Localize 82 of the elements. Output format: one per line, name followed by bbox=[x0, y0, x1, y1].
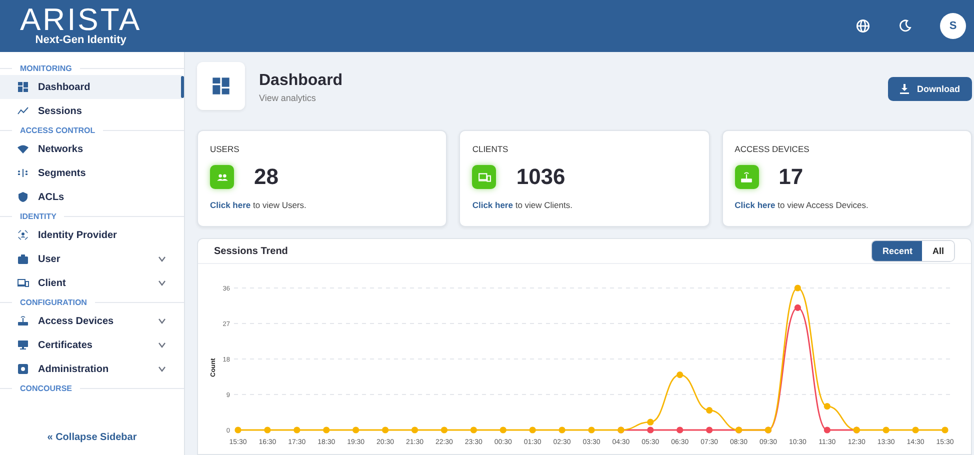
data-point bbox=[588, 426, 595, 434]
section-label: ACCESS CONTROL bbox=[20, 126, 96, 134]
sidebar-item[interactable]: Identity Provider bbox=[0, 223, 182, 247]
chevron-icon bbox=[158, 366, 166, 372]
data-point bbox=[942, 426, 948, 434]
data-point bbox=[824, 426, 830, 434]
section-label: CONCOURSE bbox=[20, 384, 72, 392]
data-point bbox=[500, 426, 506, 434]
data-point bbox=[706, 406, 713, 414]
shield-icon bbox=[17, 191, 29, 203]
card-footer-text: Click here to view Access Devices. bbox=[734, 200, 870, 210]
monitor-icon bbox=[17, 339, 29, 351]
card-footer-text: Click here to view Clients. bbox=[472, 200, 574, 210]
sidebar-item[interactable]: Segments bbox=[0, 161, 182, 185]
dashboard-icon bbox=[17, 81, 29, 93]
card-footer-text: Click here to view Users. bbox=[210, 200, 308, 210]
chevron-icon bbox=[158, 256, 166, 262]
click-here-link[interactable]: Click here bbox=[472, 200, 513, 210]
data-point bbox=[382, 426, 389, 434]
stat-value: 1036 bbox=[516, 164, 566, 190]
logo-text: ARISTA bbox=[20, 6, 142, 34]
router-icon bbox=[734, 165, 759, 189]
chevron-icon bbox=[158, 280, 166, 286]
filter-tab[interactable]: Recent bbox=[872, 241, 922, 261]
users-icon bbox=[210, 165, 234, 189]
data-point bbox=[529, 426, 536, 434]
data-point bbox=[794, 304, 801, 312]
sidebar-item[interactable]: Certificates bbox=[0, 333, 182, 357]
chevron-icon bbox=[158, 318, 166, 324]
sidebar-item[interactable]: User bbox=[0, 247, 182, 271]
client-icon bbox=[17, 277, 29, 289]
data-point bbox=[234, 426, 242, 434]
section-label: IDENTITY bbox=[20, 212, 56, 220]
globe-icon[interactable] bbox=[856, 19, 870, 33]
profile-avatar[interactable]: S bbox=[940, 13, 966, 39]
download-icon bbox=[900, 84, 909, 94]
page-title: Dashboard bbox=[259, 72, 344, 90]
sidebar-item[interactable]: Networks bbox=[0, 137, 182, 161]
card-title: ACCESS DEVICES bbox=[734, 144, 810, 154]
chart-title: Sessions Trend bbox=[214, 246, 288, 256]
data-point bbox=[352, 426, 360, 434]
section-label: CONFIGURATION bbox=[20, 298, 87, 306]
data-point bbox=[558, 426, 566, 434]
data-point bbox=[824, 403, 830, 410]
data-point bbox=[912, 426, 919, 434]
card-title: CLIENTS bbox=[472, 144, 510, 154]
sidebar-item[interactable]: ACLs bbox=[0, 185, 182, 209]
section-label: MONITORING bbox=[20, 64, 72, 72]
data-point bbox=[676, 426, 684, 434]
click-here-link[interactable]: Click here bbox=[210, 200, 251, 210]
sidebar-item[interactable]: Access Devices bbox=[0, 309, 182, 333]
stat-value: 17 bbox=[778, 164, 804, 190]
logo-tagline: Next-Gen Identity bbox=[35, 34, 126, 46]
sidebar-item[interactable]: Client bbox=[0, 271, 182, 295]
data-point bbox=[411, 426, 418, 434]
sidebar-item[interactable]: Sessions bbox=[0, 99, 182, 123]
segments-icon bbox=[17, 167, 29, 179]
router-icon bbox=[17, 315, 29, 327]
moon-icon[interactable] bbox=[898, 19, 912, 33]
download-button[interactable]: Download bbox=[888, 77, 972, 101]
collapse-sidebar-link[interactable]: « Collapse Sidebar bbox=[47, 432, 137, 442]
data-point bbox=[323, 426, 330, 434]
client-icon bbox=[472, 165, 496, 189]
gear-icon bbox=[17, 363, 29, 375]
dashboard-icon bbox=[197, 62, 245, 110]
data-point bbox=[706, 426, 713, 434]
stat-value: 28 bbox=[254, 164, 278, 190]
chevron-icon bbox=[158, 342, 166, 348]
data-point bbox=[264, 426, 271, 434]
card-title: USERS bbox=[210, 144, 240, 154]
data-point bbox=[794, 284, 801, 292]
data-point bbox=[882, 426, 890, 434]
wifi-icon bbox=[17, 143, 29, 155]
click-here-link[interactable]: Click here bbox=[734, 200, 776, 210]
data-point bbox=[676, 371, 684, 378]
sidebar-item[interactable]: Administration bbox=[0, 357, 182, 381]
trend-icon bbox=[17, 105, 29, 117]
data-point bbox=[294, 426, 300, 434]
sidebar-item[interactable]: Dashboard bbox=[0, 75, 182, 99]
data-point bbox=[470, 426, 477, 434]
page-subtitle: View analytics bbox=[259, 93, 317, 103]
data-point bbox=[440, 426, 448, 434]
